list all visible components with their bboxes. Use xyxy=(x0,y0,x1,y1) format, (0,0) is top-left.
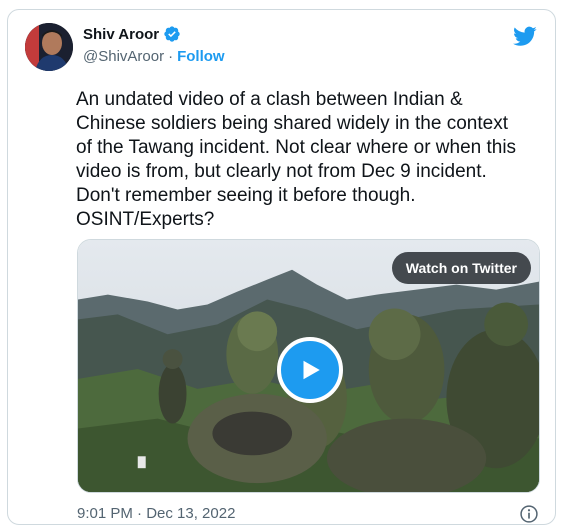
watch-on-twitter-button[interactable]: Watch on Twitter xyxy=(391,252,531,284)
tweet-timestamp[interactable]: 9:01 PM · Dec 13, 2022 xyxy=(77,505,235,522)
avatar-image xyxy=(25,23,73,71)
avatar[interactable] xyxy=(25,23,73,71)
video-player[interactable]: Watch on Twitter xyxy=(77,239,540,493)
tweet-text: An undated video of a clash between Indi… xyxy=(76,89,517,230)
follow-button[interactable]: Follow xyxy=(177,48,225,65)
author-handle[interactable]: @ShivAroor xyxy=(83,48,164,65)
play-icon xyxy=(303,360,320,380)
author-handle-row: @ShivAroor · Follow xyxy=(83,48,225,65)
twitter-bird-icon[interactable] xyxy=(513,24,537,48)
author-name-row: Shiv Aroor xyxy=(83,25,181,43)
verified-badge-icon xyxy=(164,26,180,42)
tweet-card[interactable]: Shiv Aroor @ShivAroor · Follow An undate… xyxy=(7,9,556,525)
separator-dot: · xyxy=(168,48,174,65)
info-icon[interactable] xyxy=(519,504,539,524)
author-display-name[interactable]: Shiv Aroor xyxy=(83,26,159,43)
play-button[interactable] xyxy=(277,337,343,403)
